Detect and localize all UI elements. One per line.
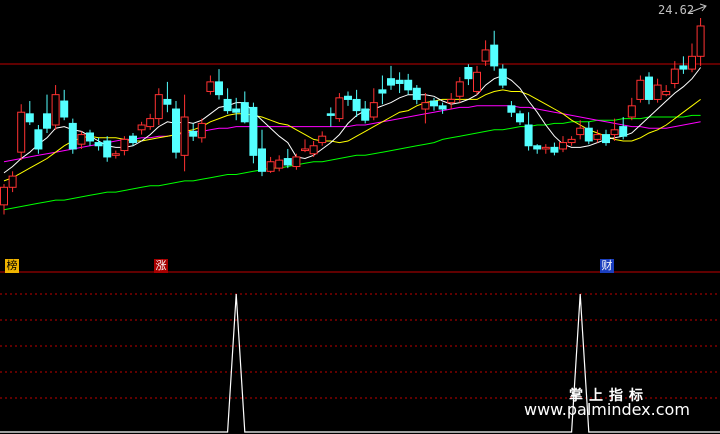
- candle: [619, 117, 628, 140]
- candle: [421, 93, 430, 124]
- candle: [17, 104, 26, 161]
- candle: [438, 102, 447, 114]
- candle: [670, 61, 679, 89]
- candle: [0, 184, 8, 215]
- watermark-url: www.palmindex.com: [524, 400, 690, 419]
- candle: [550, 142, 559, 156]
- candle: [352, 89, 361, 118]
- candle: [464, 64, 473, 86]
- candle: [249, 102, 258, 164]
- candle: [395, 72, 404, 94]
- candle: [8, 171, 17, 193]
- candlestick-series: [0, 17, 705, 215]
- candle: [387, 65, 395, 90]
- candle: [412, 85, 421, 105]
- candle: [378, 75, 387, 105]
- candle: [68, 118, 77, 154]
- candle: [688, 43, 696, 73]
- candle: [533, 144, 542, 154]
- candle: [326, 107, 335, 127]
- candle: [369, 88, 378, 121]
- candle: [51, 85, 60, 130]
- zhang-badge[interactable]: 涨: [154, 259, 168, 273]
- candle: [154, 88, 163, 125]
- cai-badge[interactable]: 财: [600, 259, 614, 273]
- candle: [240, 91, 249, 124]
- candle: [662, 85, 671, 97]
- bang-badge[interactable]: 榜: [5, 259, 19, 273]
- ma60-line: [3, 114, 701, 211]
- candle: [430, 97, 438, 111]
- candle: [206, 75, 215, 95]
- candle: [498, 64, 507, 89]
- candle: [172, 101, 180, 159]
- candle: [25, 101, 34, 125]
- candle: [34, 125, 43, 154]
- candle: [103, 136, 112, 162]
- candle: [344, 91, 352, 106]
- candle: [180, 94, 189, 172]
- candle: [653, 78, 662, 103]
- candle: [516, 110, 524, 125]
- candle: [679, 56, 688, 74]
- candle: [309, 140, 318, 157]
- candle: [146, 113, 155, 130]
- candle: [137, 121, 146, 135]
- candle: [696, 17, 705, 66]
- candle: [507, 101, 516, 118]
- candle: [481, 40, 490, 66]
- candle: [490, 30, 499, 71]
- candle: [645, 72, 653, 105]
- chart-canvas: [0, 3, 720, 433]
- candle: [266, 156, 275, 173]
- candle: [129, 132, 137, 146]
- candle: [275, 155, 284, 172]
- candle: [283, 148, 292, 169]
- candle: [86, 129, 94, 146]
- candle: [223, 88, 232, 114]
- candle: [627, 97, 636, 121]
- candle: [524, 112, 533, 151]
- candle: [232, 97, 241, 121]
- candle: [189, 123, 198, 141]
- candle: [318, 131, 327, 146]
- candle: [567, 136, 576, 146]
- candle: [120, 136, 129, 156]
- candle: [43, 94, 51, 133]
- candle: [455, 77, 464, 103]
- candle: [215, 69, 223, 100]
- candle: [602, 129, 610, 146]
- candle: [541, 144, 550, 154]
- candle: [636, 75, 645, 103]
- candle: [584, 121, 593, 145]
- candle: [559, 136, 567, 153]
- grid-lines: [0, 63, 720, 399]
- candle: [163, 81, 172, 113]
- candle: [77, 131, 86, 149]
- candle: [335, 93, 344, 122]
- candle: [404, 73, 413, 95]
- candle: [301, 139, 309, 153]
- candle: [197, 118, 206, 143]
- candle: [447, 93, 456, 110]
- candle: [258, 129, 266, 177]
- last-price-label: 24.62: [658, 3, 695, 17]
- candle: [361, 101, 370, 124]
- candle: [60, 89, 69, 121]
- candle: [292, 153, 301, 170]
- candle: [473, 65, 481, 95]
- candle: [111, 150, 120, 159]
